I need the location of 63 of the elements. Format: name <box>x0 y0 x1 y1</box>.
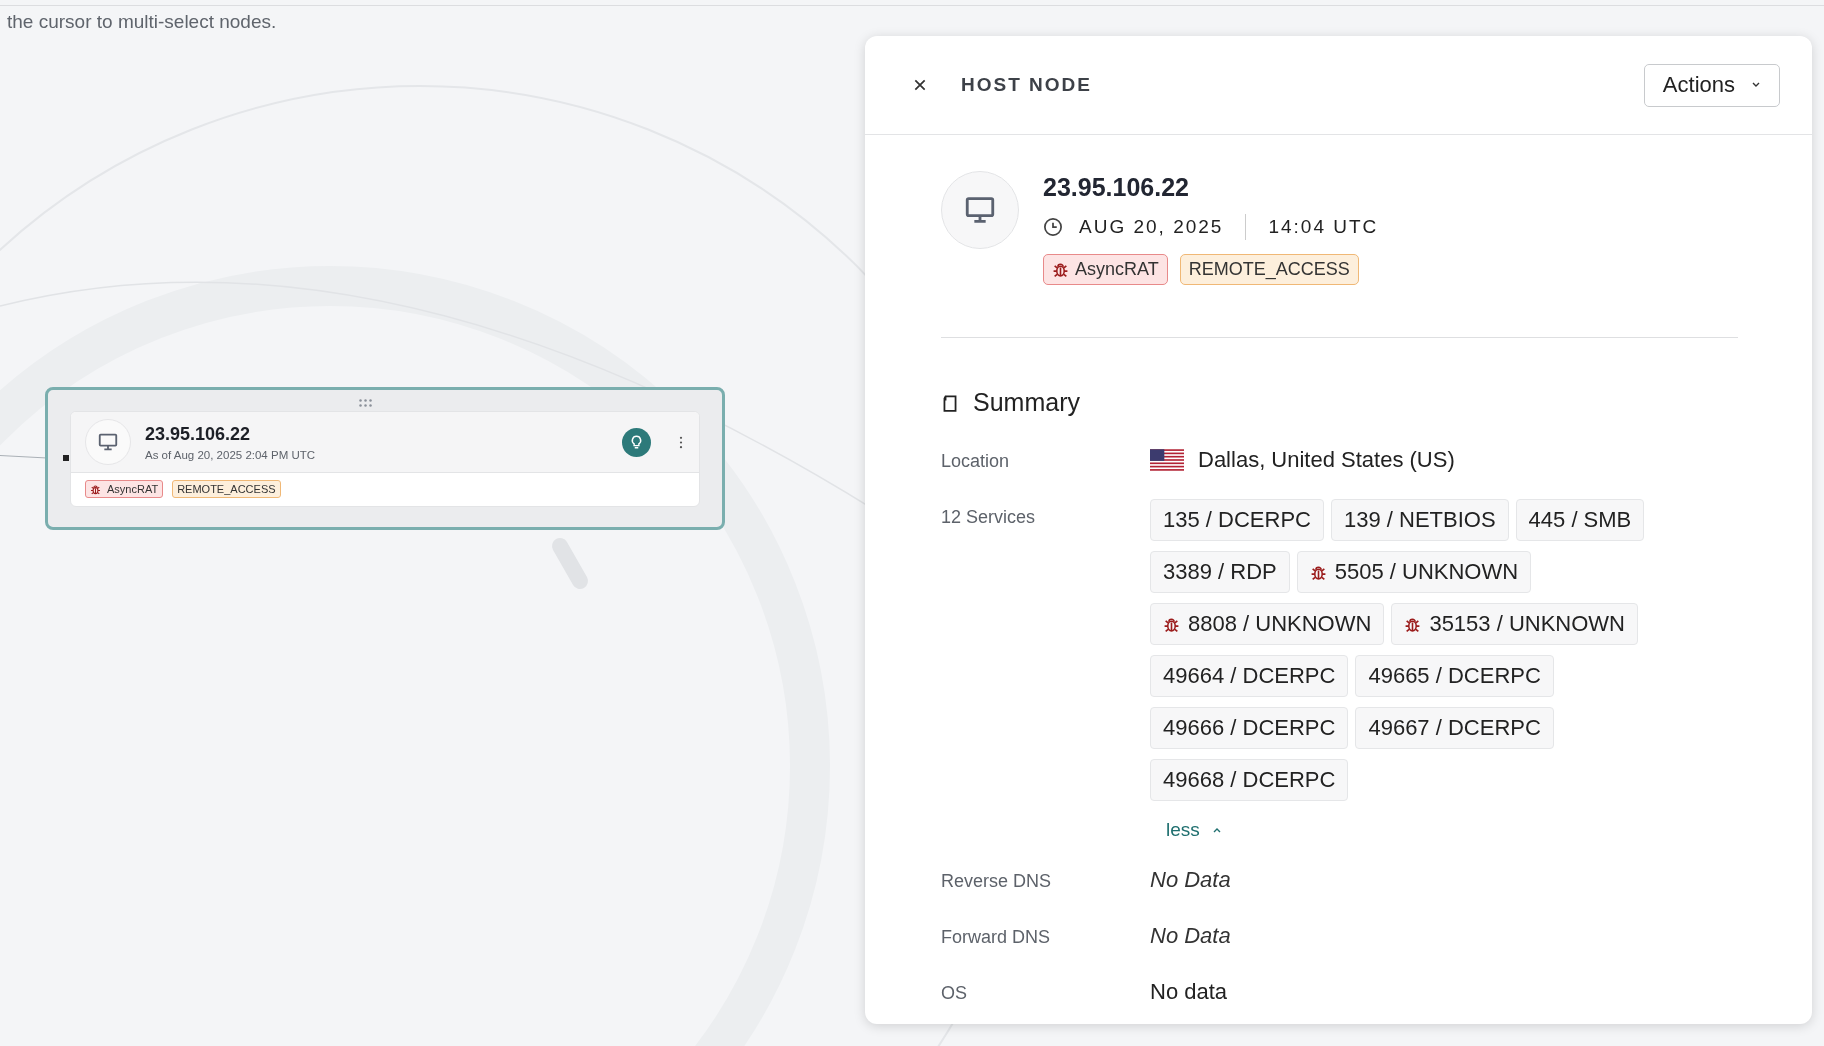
drag-handle-icon[interactable] <box>358 398 373 408</box>
service-tag[interactable]: 445 / SMB <box>1515 499 1645 541</box>
location-value: Dallas, United States (US) <box>1198 447 1455 473</box>
flag-icon <box>1150 448 1184 472</box>
service-tag[interactable]: 35153 / UNKNOWN <box>1391 603 1638 645</box>
lightbulb-icon[interactable] <box>622 427 651 457</box>
host-node[interactable]: 23.95.106.22 As of Aug 20, 2025 2:04 PM UTC AsyncRAT REMOTE_ACCESS <box>45 387 725 530</box>
bug-icon <box>1052 261 1069 278</box>
field-label: Forward DNS <box>941 926 1052 948</box>
field-label: 12 Services <box>941 506 1037 528</box>
chevron-down-icon <box>1751 82 1761 88</box>
service-tag[interactable]: 49665 / DCERPC <box>1355 655 1554 697</box>
document-icon <box>941 392 959 413</box>
more-icon[interactable] <box>679 435 683 449</box>
service-tag[interactable]: 5505 / UNKNOWN <box>1296 551 1532 593</box>
service-tag[interactable]: 49667 / DCERPC <box>1355 707 1554 749</box>
service-tag[interactable]: 135 / DCERPC <box>1150 499 1324 541</box>
bug-icon <box>1404 615 1422 633</box>
service-label: 49664 / DCERPC <box>1163 663 1336 689</box>
bug-icon <box>1309 563 1327 581</box>
category-tag: REMOTE_ACCESS <box>172 480 281 498</box>
service-label: 8808 / UNKNOWN <box>1188 611 1372 637</box>
service-tag[interactable]: 49668 / DCERPC <box>1150 759 1349 801</box>
service-label: 445 / SMB <box>1528 507 1632 533</box>
close-icon <box>913 78 927 92</box>
tag-label: AsyncRAT <box>107 483 159 495</box>
service-label: 5505 / UNKNOWN <box>1334 559 1519 585</box>
field-value: No Data <box>1150 867 1232 893</box>
scan-date: AUG 20, 2025 <box>1079 216 1224 238</box>
service-label: 135 / DCERPC <box>1163 507 1311 533</box>
field-label: Reverse DNS <box>941 870 1053 892</box>
service-label: 49665 / DCERPC <box>1368 663 1541 689</box>
field-value: No Data <box>1150 923 1232 949</box>
service-tag[interactable]: 49666 / DCERPC <box>1150 707 1349 749</box>
actions-button[interactable]: Actions <box>1643 63 1780 107</box>
service-label: 49668 / DCERPC <box>1163 767 1336 793</box>
node-title: 23.95.106.22 <box>145 423 252 445</box>
service-tag[interactable]: 139 / NETBIOS <box>1330 499 1509 541</box>
service-label: 49667 / DCERPC <box>1368 715 1541 741</box>
field-label: OS <box>941 982 968 1004</box>
section-title: Summary <box>973 388 1080 417</box>
field-value: No data <box>1150 979 1229 1005</box>
service-label: 49666 / DCERPC <box>1163 715 1336 741</box>
scan-time: 14:04 UTC <box>1268 216 1379 238</box>
service-tag[interactable]: 8808 / UNKNOWN <box>1150 603 1385 645</box>
monitor-icon <box>97 431 119 453</box>
panel-title: HOST NODE <box>961 74 1093 96</box>
service-label: 139 / NETBIOS <box>1343 507 1496 533</box>
show-less-link[interactable]: less <box>1150 811 1650 841</box>
canvas-hint: the cursor to multi-select nodes. <box>7 11 277 33</box>
bug-icon <box>90 483 101 495</box>
host-ip: 23.95.106.22 <box>1043 173 1190 202</box>
service-tag[interactable]: 49664 / DCERPC <box>1150 655 1349 697</box>
node-timestamp: As of Aug 20, 2025 2:04 PM UTC <box>145 448 317 461</box>
tag-label: AsyncRAT <box>1075 259 1159 280</box>
clock-icon <box>1043 217 1063 237</box>
service-label: 35153 / UNKNOWN <box>1429 611 1625 637</box>
category-tag: REMOTE_ACCESS <box>1179 254 1359 285</box>
chevron-up-icon <box>1211 827 1222 833</box>
service-label: 3389 / RDP <box>1163 559 1277 585</box>
service-tag[interactable]: 3389 / RDP <box>1150 551 1290 593</box>
field-label: Location <box>941 450 1011 472</box>
bug-icon <box>1163 615 1180 633</box>
